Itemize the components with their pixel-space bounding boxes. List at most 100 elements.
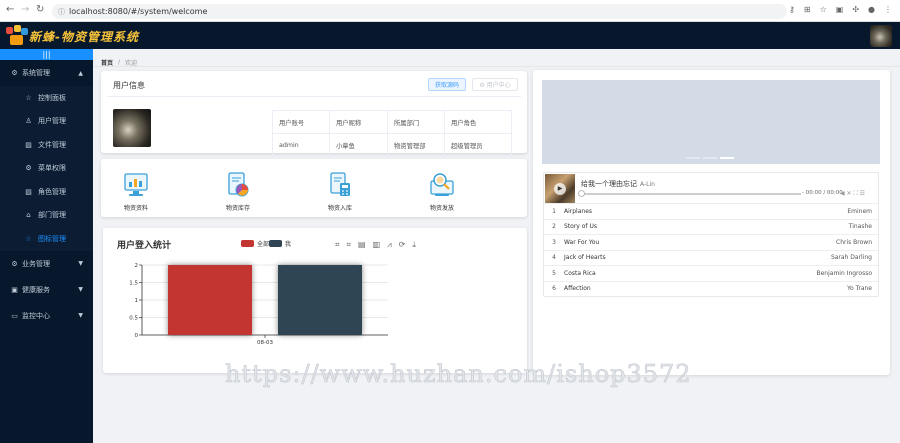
playlist-item[interactable]: 1 Airplanes Eminem xyxy=(544,203,878,219)
gear-icon: ⚙ xyxy=(11,259,18,268)
time-display: - 00:00 / 00:00 xyxy=(802,190,843,196)
track-number: 4 xyxy=(552,254,556,262)
translate-icon[interactable]: ⊞ xyxy=(804,5,811,14)
bar-all xyxy=(168,265,252,335)
x-tick-label: 08-03 xyxy=(257,340,273,346)
value-nickname: 小章鱼 xyxy=(329,133,388,157)
menu-group-health[interactable]: ▣ 健康服务 ▼ xyxy=(0,277,93,303)
address-bar[interactable]: ⓘ localhost:8080/#/system/welcome xyxy=(52,4,787,19)
playlist-item[interactable]: 3 War For You Chris Brown xyxy=(544,234,878,250)
user-info-title: 用户信息 xyxy=(113,81,145,90)
puzzle-icon[interactable]: ✣ xyxy=(852,5,859,14)
track-name: Jack of Hearts xyxy=(564,254,606,262)
music-player: ▶ 给我一个理由忘记 A-Lin - 00:00 / 00:00 ◀ ✕ ⛶ ☰ … xyxy=(543,172,879,297)
card-divider xyxy=(107,96,521,97)
gear-icon: ⚙ xyxy=(25,164,32,173)
track-number: 2 xyxy=(552,223,556,231)
sidebar-item-menu-permissions[interactable]: ⚙ 菜单权限 xyxy=(0,156,93,180)
playlist-item[interactable]: 2 Story of Us Tinashe xyxy=(544,218,878,235)
sidebar-item-label: 角色管理 xyxy=(38,187,66,196)
sidebar-item-label: 图标管理 xyxy=(38,234,66,243)
chevron-up-icon: ▲ xyxy=(78,69,83,77)
sidebar-item-users[interactable]: ♙ 用户管理 xyxy=(0,109,93,133)
menu-group-monitor[interactable]: ▭ 监控中心 ▼ xyxy=(0,303,93,329)
quick-item-material-info[interactable]: 物资资料 xyxy=(106,172,166,212)
quick-entries-card: 物资资料 物资库存 物资入库 物资发放 xyxy=(101,159,527,217)
header-avatar[interactable] xyxy=(870,25,892,47)
sidebar-item-label: 控制面板 xyxy=(38,93,66,102)
y-tick-label: 2 xyxy=(135,263,139,269)
progress-knob[interactable] xyxy=(578,190,585,197)
menu-dots-icon[interactable]: ⋮ xyxy=(884,5,892,14)
watermark: https://www.huzhan.com/ishop3572 xyxy=(225,360,692,389)
user-icon: ♙ xyxy=(25,117,32,126)
quick-item-label: 物资入库 xyxy=(327,205,352,212)
monitor-icon: ▭ xyxy=(11,311,18,320)
url-text: localhost:8080/#/system/welcome xyxy=(69,7,208,16)
menu-group-label: 健康服务 xyxy=(22,285,50,294)
sidebar-item-label: 菜单权限 xyxy=(38,164,66,173)
key-icon[interactable]: ⚷ xyxy=(789,5,795,14)
track-artist: Yo Trane xyxy=(847,285,872,293)
sidebar-item-icons[interactable]: ☆ 图标管理 xyxy=(0,227,93,251)
track-number: 5 xyxy=(552,269,556,277)
profile-icon[interactable]: ● xyxy=(868,5,875,14)
sidebar-item-departments[interactable]: ⌂ 部门管理 xyxy=(0,203,93,227)
playlist: 1 Airplanes Eminem 2 Story of Us Tinashe 3 War … xyxy=(544,203,878,296)
chart-plot: 0 0.5 1 1.5 2 08-03 xyxy=(129,263,388,346)
back-icon[interactable]: ← xyxy=(6,4,14,15)
playlist-item[interactable]: 4 Jack of Hearts Sarah Darling xyxy=(544,249,878,266)
track-artist: Chris Brown xyxy=(836,238,872,246)
sidebar-item-roles[interactable]: ▨ 角色管理 xyxy=(0,180,93,204)
progress-bar[interactable] xyxy=(578,190,801,197)
computer-chart-icon xyxy=(124,172,148,198)
reload-icon[interactable]: ↻ xyxy=(36,4,44,15)
collapse-toggle[interactable]: ||| xyxy=(0,49,93,60)
chevron-down-icon: ▼ xyxy=(78,286,83,293)
app-header: 新蜂-物资管理系统 xyxy=(0,22,900,49)
player-controls[interactable]: ◀ ✕ ⛶ ☰ xyxy=(840,190,865,198)
track-number: 3 xyxy=(552,238,556,246)
bar-me xyxy=(278,265,362,335)
play-icon[interactable]: ▶ xyxy=(554,183,566,195)
info-icon: ⓘ xyxy=(58,7,65,16)
quick-item-label: 物资资料 xyxy=(123,205,148,212)
banner-carousel[interactable] xyxy=(542,80,880,164)
breadcrumb-separator: / xyxy=(118,58,121,66)
quick-item-label: 物资发放 xyxy=(429,205,454,212)
carousel-dot[interactable] xyxy=(703,157,717,159)
playlist-item[interactable]: 5 Costa Rica Benjamin Ingrosso xyxy=(544,265,878,281)
carousel-dot[interactable] xyxy=(686,157,700,159)
media-card: ▶ 给我一个理由忘记 A-Lin - 00:00 / 00:00 ◀ ✕ ⛶ ☰ … xyxy=(533,70,890,375)
quick-item-distribution[interactable]: 物资发放 xyxy=(412,172,472,212)
now-playing: 给我一个理由忘记 A-Lin xyxy=(581,179,655,189)
header-nickname: 用户昵称 xyxy=(329,110,388,134)
quick-item-inventory[interactable]: 物资库存 xyxy=(208,172,268,212)
document-icon: ▣ xyxy=(11,285,18,294)
sidebar: ||| ⚙ 系统管理 ▲ ☆ 控制面板 ♙ 用户管理 ▨ 文件管理 ⚙ 菜单权限… xyxy=(0,49,93,443)
track-artist: Eminem xyxy=(847,207,872,215)
bookmark-star-icon[interactable]: ☆ xyxy=(820,5,827,14)
menu-group-system[interactable]: ⚙ 系统管理 ▲ xyxy=(0,60,93,86)
picture-icon: ▨ xyxy=(25,187,32,196)
login-stats-card: 用户登入统计 全部 我 ⌗ ⌗ ▤ ▥ ⩘ ⟳ ⤓ 0 0.5 1 1.5 2 08-03 xyxy=(103,228,527,373)
menu-group-business[interactable]: ⚙ 业务管理 ▼ xyxy=(0,251,93,277)
user-info-card: 用户信息 获取源码 ⚙ 用户中心 用户账号 用户昵称 所属部门 用户角色 adm… xyxy=(101,71,527,157)
playlist-item[interactable]: 6 Affection Yo Trane xyxy=(544,280,878,297)
forward-icon[interactable]: → xyxy=(21,4,29,15)
get-source-button[interactable]: 获取源码 xyxy=(428,78,466,91)
track-name: Airplanes xyxy=(564,207,593,215)
gear-icon: ⚙ xyxy=(11,69,18,77)
extension-icon[interactable]: ▣ xyxy=(836,5,844,14)
song-title: 给我一个理由忘记 xyxy=(581,180,637,188)
carousel-dot[interactable] xyxy=(720,157,734,159)
sidebar-item-files[interactable]: ▨ 文件管理 xyxy=(0,133,93,157)
book-chart-icon xyxy=(226,172,250,198)
quick-item-stock-in[interactable]: 物资入库 xyxy=(310,172,370,212)
logo-icon xyxy=(6,25,28,46)
picture-icon: ▨ xyxy=(25,140,32,149)
header-role: 用户角色 xyxy=(444,110,512,134)
header-department: 所属部门 xyxy=(387,110,445,134)
sidebar-item-dashboard[interactable]: ☆ 控制面板 xyxy=(0,86,93,110)
user-center-button[interactable]: ⚙ 用户中心 xyxy=(472,78,518,91)
